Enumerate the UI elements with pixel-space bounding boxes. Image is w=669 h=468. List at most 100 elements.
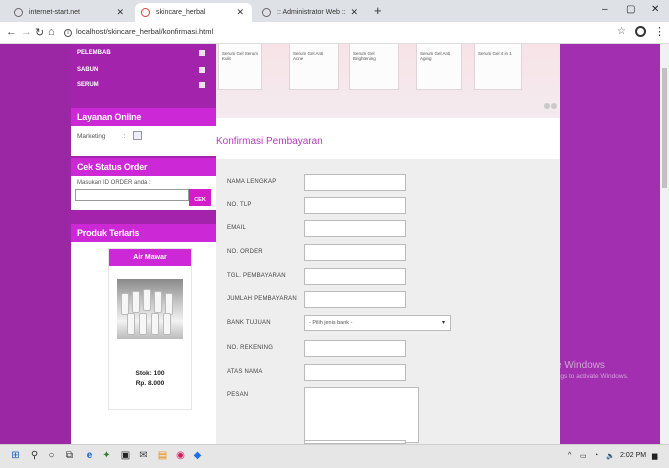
sidebar: PELEMBAB SABUN SERUM Layanan Online Mark… [71,44,216,444]
banner-pack: Serum Gel Anti Acne [289,44,339,90]
close-tab-icon[interactable]: ✕ [350,7,358,18]
label-rekening: NO. REKENING [227,345,274,351]
label-nama: NAMA LENGKAP [227,179,277,185]
banner-pack: Serum Gel Brightening [349,44,399,90]
notification-icon[interactable]: ▆ [652,452,657,460]
menu-item-pelembab[interactable]: PELEMBAB [71,48,211,59]
order-status-panel: Masukan ID ORDER anda : CEK [71,176,216,210]
bank-select-value: - Pilih jenis bank - [309,320,353,326]
online-service-panel: Marketing : [71,126,216,156]
new-tab-button[interactable]: + [374,3,382,18]
mail-icon[interactable]: ✉ [138,450,149,461]
watermark-title: Activate Windows [526,360,605,371]
close-tab-icon[interactable]: ✕ [116,7,124,18]
back-arrow-icon[interactable]: ← [6,26,17,38]
tab-title: skincare_herbal [156,9,206,16]
home-icon[interactable]: ⌂ [48,26,55,38]
product-image[interactable] [117,279,183,339]
order-id-prompt: Masukan ID ORDER anda : [77,180,151,186]
info-icon[interactable]: i [64,29,72,37]
close-window-button[interactable]: ✕ [651,4,659,15]
network-icon[interactable]: ◔ [594,452,598,459]
app-icon[interactable]: ◆ [192,450,203,461]
web-page: PELEMBAB SABUN SERUM Layanan Online Mark… [0,44,669,444]
scrollbar-thumb[interactable] [662,68,667,188]
chrome-icon[interactable]: ◉ [175,450,186,461]
tab-internet-start[interactable]: internet-start.net ✕ [8,3,132,22]
search-icon[interactable]: ⚲ [29,450,40,461]
order-id-input[interactable] [75,189,189,201]
dropdown-arrow-icon: ▾ [441,320,445,326]
edge-icon[interactable]: e [84,450,95,461]
store-icon[interactable]: ▣ [120,450,131,461]
product-banner[interactable]: Serum Gel Serum Kulit Serum Gel Anti Acn… [216,44,560,118]
best-products-heading: Produk Terlaris [71,224,216,242]
banner-pack-text: Serum Gel Anti Aging [420,51,451,61]
payment-confirmation-form: NAMA LENGKAP NO. TLP EMAIL NO. ORDER TGL… [216,159,560,444]
maximize-button[interactable]: ▢ [626,4,635,15]
square-bullet-icon [199,82,205,88]
bank-select[interactable]: - Pilih jenis bank - ▾ [304,315,451,331]
main-content: Serum Gel Serum Kulit Serum Gel Anti Acn… [216,44,560,444]
best-products-panel: Air Mawar Stok: 100 Rp. 8.000 [71,242,216,444]
order-input[interactable] [304,244,406,261]
url-field[interactable]: i localhost/skincare_herbal/konfirmasi.ht… [64,27,213,37]
tray-chevron-icon[interactable]: ^ [568,452,571,459]
tab-title: internet-start.net [29,9,80,16]
slider-dots [543,102,557,111]
forward-arrow-icon[interactable]: → [21,26,32,38]
atas-nama-input[interactable] [304,364,406,381]
menu-kebab-icon[interactable]: ⋮ [654,25,665,38]
close-tab-icon[interactable]: ✕ [236,7,244,18]
address-bar: ← → ↻ ⌂ i localhost/skincare_herbal/konfi… [0,22,669,44]
square-bullet-icon [199,67,205,73]
profile-icon[interactable] [635,26,646,37]
activate-windows-watermark: Activate Windows Go to Settings to activ… [526,360,629,380]
tab-skincare-herbal[interactable]: skincare_herbal ✕ [135,3,252,22]
banner-pack-text: Serum Gel Serum Kulit [222,51,259,61]
tgl-input[interactable] [304,268,406,285]
bookmark-star-icon[interactable]: ☆ [617,26,626,37]
slider-dot[interactable] [544,103,550,109]
tab-administrator[interactable]: :: Administrator Web :: ✕ [256,3,366,22]
tlp-input[interactable] [304,197,406,214]
xampp-icon[interactable]: ✦ [101,450,112,461]
volume-icon[interactable]: 🔈 [606,452,615,460]
broken-image-icon[interactable] [133,131,142,140]
right-background [560,44,660,444]
label-email: EMAIL [227,225,247,231]
rekening-input[interactable] [304,340,406,357]
menu-item-sabun[interactable]: SABUN [71,65,211,76]
banner-pack-text: Serum Gel 4 in 1 [478,51,512,56]
watermark-subtitle: Go to Settings to activate Windows. [526,373,629,380]
marketing-label: Marketing : [77,133,125,140]
slider-dot[interactable] [551,103,557,109]
battery-icon[interactable]: ▭ [580,452,587,460]
label-tgl: TGL. PEMBAYARAN [227,273,286,279]
globe-icon [14,8,23,17]
nama-input[interactable] [304,174,406,191]
label-bank: BANK TUJUAN [227,320,271,326]
pesan-textarea[interactable] [304,387,419,443]
square-bullet-icon [199,50,205,56]
jumlah-input[interactable] [304,291,406,308]
url-text: localhost/skincare_herbal/konfirmasi.htm… [76,27,214,36]
marketing-separator: : [123,133,126,140]
email-input[interactable] [304,220,406,237]
menu-label: SERUM [77,82,99,88]
windows-start-icon[interactable]: ⊞ [10,450,21,461]
file-explorer-icon[interactable]: ▤ [157,450,168,461]
taskbar: ⊞ ⚲ ○ ⧉ e ✦ ▣ ✉ ▤ ◉ ◆ ^ ▭ ◔ 🔈 2:02 PM ▆ [0,444,669,468]
product-price: Rp. 8.000 [135,380,165,387]
menu-item-serum[interactable]: SERUM [71,80,211,91]
page-scrollbar[interactable] [660,44,669,444]
cortana-icon[interactable]: ○ [46,450,57,461]
marketing-text: Marketing [77,133,106,140]
product-card[interactable]: Air Mawar Stok: 100 Rp. 8.000 [108,248,192,410]
check-order-button[interactable]: CEK [189,189,211,206]
minimize-button[interactable]: – [602,4,608,15]
banner-pack: Serum Gel Anti Aging [416,44,462,90]
clock-time[interactable]: 2:02 PM [620,452,646,459]
task-view-icon[interactable]: ⧉ [64,450,75,461]
reload-icon[interactable]: ↻ [35,26,44,39]
